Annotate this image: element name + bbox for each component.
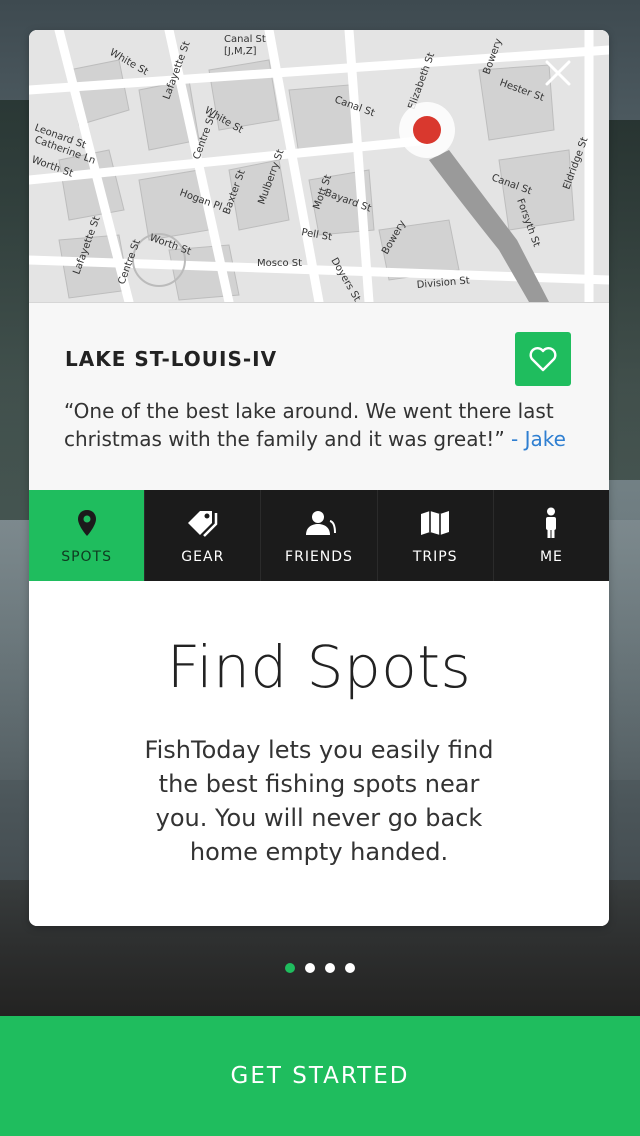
svg-text:[J,M,Z]: [J,M,Z] <box>224 46 257 57</box>
close-button[interactable] <box>545 60 581 96</box>
feature-title: Find Spots <box>166 633 472 701</box>
tab-bar: SPOTS GEAR FRIENDS TRIPS ME <box>29 490 609 581</box>
tab-gear[interactable]: GEAR <box>145 490 262 581</box>
heart-icon <box>529 347 557 372</box>
tab-trips[interactable]: TRIPS <box>378 490 494 581</box>
spot-review: “One of the best lake around. We went th… <box>64 397 574 453</box>
tab-spots-label: SPOTS <box>61 548 112 565</box>
map-streets: White St Lafayette St Canal St [J,M,Z] L… <box>29 30 609 302</box>
map-view[interactable]: White St Lafayette St Canal St [J,M,Z] L… <box>29 30 609 302</box>
page-dot-2[interactable] <box>305 963 315 973</box>
location-pin-icon[interactable] <box>399 102 455 158</box>
tab-friends[interactable]: FRIENDS <box>261 490 378 581</box>
page-dot-4[interactable] <box>345 963 355 973</box>
page-dot-1[interactable] <box>285 963 295 973</box>
close-icon <box>545 60 571 86</box>
svg-text:Mosco St: Mosco St <box>257 258 302 269</box>
svg-text:Canal St: Canal St <box>224 34 266 45</box>
feature-description: FishToday lets you easily find the best … <box>144 736 494 866</box>
tab-gear-label: GEAR <box>181 548 225 565</box>
users-icon <box>306 510 336 535</box>
tab-me[interactable]: ME <box>494 490 609 581</box>
review-text: “One of the best lake around. We went th… <box>64 399 554 451</box>
tab-me-label: ME <box>539 548 563 565</box>
favorite-button[interactable] <box>515 332 571 386</box>
page-indicator <box>0 963 640 977</box>
get-started-label: GET STARTED <box>230 1063 410 1089</box>
spot-info: LAKE ST-LOUIS-IV “One of the best lake a… <box>29 302 609 490</box>
tab-friends-label: FRIENDS <box>285 548 353 565</box>
feature-content: Find Spots FishToday lets you easily fin… <box>29 581 609 926</box>
spot-title: LAKE ST-LOUIS-IV <box>65 347 278 371</box>
page-dot-3[interactable] <box>325 963 335 973</box>
tab-spots[interactable]: SPOTS <box>29 490 146 581</box>
background-trees-right <box>606 120 640 480</box>
map-icon <box>421 510 450 535</box>
tab-trips-label: TRIPS <box>412 548 458 565</box>
get-started-button[interactable]: GET STARTED <box>0 1016 640 1136</box>
onboarding-card: White St Lafayette St Canal St [J,M,Z] L… <box>29 30 609 926</box>
tags-icon <box>187 510 218 537</box>
map-pin-icon <box>77 509 96 536</box>
review-author-link[interactable]: - Jake <box>511 427 566 451</box>
person-icon <box>546 507 557 538</box>
